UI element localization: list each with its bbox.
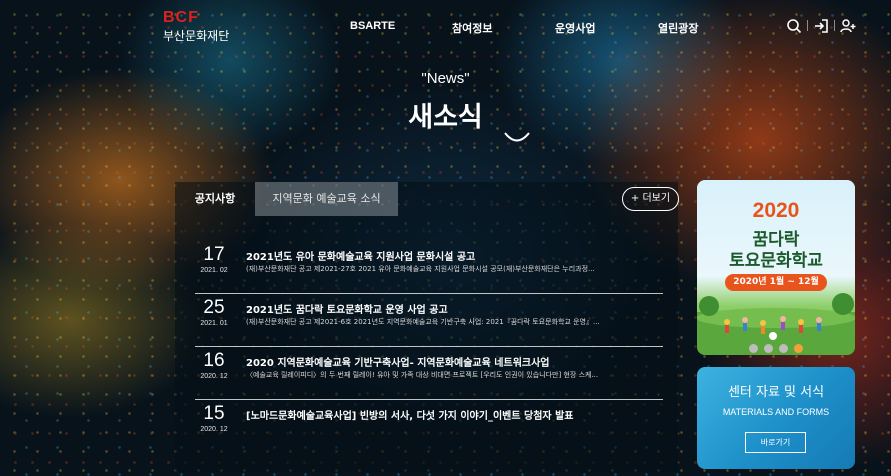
resources-card: 센터 자료 및 서식 MATERIALS AND FORMS 바로가기 <box>697 367 855 469</box>
logo[interactable]: BCF 부산문화재단 <box>163 10 253 44</box>
news-title[interactable]: 2021년도 유아 문화예술교육 지원사업 문화시설 공고 <box>246 248 661 263</box>
tab-notice[interactable]: 공지사항 <box>175 182 255 216</box>
resources-subtitle: MATERIALS AND FORMS <box>722 407 830 417</box>
news-date: 2020. 12 <box>200 373 228 380</box>
news-summary: (재)부산문화재단 공고 제2021-6호 2021년도 지역문화예술교육 기반… <box>246 318 600 326</box>
slide-dot[interactable] <box>779 344 788 353</box>
news-day: 15 <box>203 403 225 424</box>
section-title: 새소식 <box>408 102 483 133</box>
site-header: BCF 부산문화재단 BSARTE 참여정보 운영사업 열린광장 <box>0 0 891 50</box>
more-button[interactable]: + 더보기 <box>622 187 679 211</box>
news-item[interactable]: 25 2021. 01 2021년도 꿈다락 토요문화학교 운영 사업 공고 (… <box>195 297 663 347</box>
nav-programs[interactable]: 운영사업 <box>555 20 595 36</box>
add-user-icon[interactable] <box>840 18 856 34</box>
nav-bsarte[interactable]: BSARTE <box>350 20 395 32</box>
news-date: 2020. 12 <box>200 426 228 433</box>
news-day: 17 <box>203 244 225 265</box>
resources-title: 센터 자료 및 서식 <box>727 385 825 400</box>
slide-indicators <box>697 338 855 355</box>
login-icon[interactable] <box>813 18 829 34</box>
smile-decoration <box>504 132 530 142</box>
slide-dot-active[interactable] <box>794 344 803 353</box>
slide-dot[interactable] <box>749 344 758 353</box>
news-day: 16 <box>203 350 225 371</box>
nav-participation[interactable]: 참여정보 <box>452 20 492 36</box>
banner-date-badge: 2020년 1월 ~ 12월 <box>725 274 827 291</box>
news-item[interactable]: 16 2020. 12 2020 지역문화예술교육 기반구축사업- 지역문화예술… <box>195 350 663 400</box>
news-summary: (재)부산문화재단 공고 제2021-27호 2021 유아 문화예술교육 지원… <box>246 265 595 273</box>
news-title[interactable]: 2021년도 꿈다락 토요문화학교 운영 사업 공고 <box>246 301 661 316</box>
resources-shortcut-button[interactable]: 바로가기 <box>745 432 806 453</box>
news-item[interactable]: 15 2020. 12 [노마드문화예술교육사업] 빈방의 서사, 다섯 가지 … <box>195 403 663 453</box>
news-day: 25 <box>203 297 225 318</box>
logo-mark: BCF <box>163 9 199 26</box>
news-date: 2021. 02 <box>200 267 228 274</box>
section-title-en: "News" <box>421 70 470 87</box>
logo-text: 부산문화재단 <box>163 29 230 43</box>
promo-banner[interactable]: 2020 꿈다락 토요문화학교 2020년 1월 ~ 12월 <box>697 180 855 355</box>
news-summary: 〈예술교육 릴레이피디〉의 두 번째 릴레이! 유아 및 가족 대상 비대면 프… <box>246 371 599 379</box>
news-title[interactable]: [노마드문화예술교육사업] 빈방의 서사, 다섯 가지 이야기_이벤트 당첨자 … <box>246 407 661 422</box>
header-separator <box>834 20 835 31</box>
slide-dot[interactable] <box>764 344 773 353</box>
news-panel: 공지사항 지역문화 예술교육 소식 + 더보기 17 2021. 02 2021… <box>175 182 679 472</box>
news-item[interactable]: 17 2021. 02 2021년도 유아 문화예술교육 지원사업 문화시설 공… <box>195 244 663 294</box>
search-icon[interactable] <box>786 18 802 34</box>
news-title[interactable]: 2020 지역문화예술교육 기반구축사업- 지역문화예술교육 네트워크사업 <box>246 354 661 369</box>
banner-year: 2020 <box>752 199 800 222</box>
news-date: 2021. 01 <box>200 320 228 327</box>
tab-regional-news[interactable]: 지역문화 예술교육 소식 <box>255 182 398 216</box>
header-separator <box>807 20 808 31</box>
banner-title-line2: 토요문화학교 <box>729 251 823 271</box>
nav-open-square[interactable]: 열린광장 <box>658 20 698 36</box>
